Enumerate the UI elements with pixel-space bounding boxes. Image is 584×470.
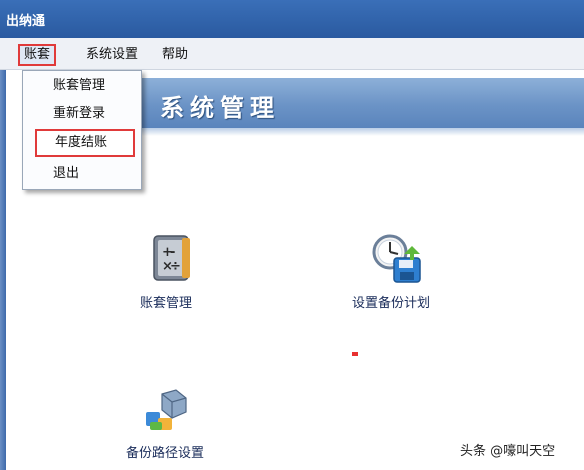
backup-path-button[interactable] xyxy=(142,388,192,432)
menu-account[interactable]: 账套 xyxy=(18,44,57,66)
red-marker xyxy=(352,352,358,356)
menu-item-year-end-closing[interactable]: 年度结账 xyxy=(35,129,135,157)
menu-help[interactable]: 帮助 xyxy=(158,44,192,66)
backup-schedule-icon xyxy=(372,234,421,283)
watermark: 头条 @嚎叫天空 xyxy=(460,444,556,459)
menu-item-relogin[interactable]: 重新登录 xyxy=(53,103,105,125)
svg-text:÷: ÷ xyxy=(170,259,181,274)
svg-text:-: - xyxy=(170,245,175,260)
backup-schedule-button[interactable] xyxy=(368,232,424,284)
menu-bar: 账套 系统设置 帮助 xyxy=(0,38,584,70)
backup-schedule-label[interactable]: 设置备份计划 xyxy=(352,292,430,311)
ledger-management-button[interactable]: + - × ÷ xyxy=(148,232,196,284)
ledger-management-label[interactable]: 账套管理 xyxy=(140,292,192,311)
page-title: 系统管理 xyxy=(160,93,280,122)
window-left-frame xyxy=(0,70,6,470)
menu-item-ledger-management[interactable]: 账套管理 xyxy=(53,75,105,97)
menu-item-exit[interactable]: 退出 xyxy=(53,163,79,185)
account-dropdown-menu: 账套管理 重新登录 年度结账 退出 xyxy=(22,70,142,190)
backup-path-label[interactable]: 备份路径设置 xyxy=(126,442,204,461)
title-bar: 出纳通 xyxy=(0,0,584,38)
ledger-book-icon: + - × ÷ xyxy=(153,235,190,281)
menu-system-settings[interactable]: 系统设置 xyxy=(82,44,142,66)
header-banner: 系统管理 xyxy=(130,78,584,128)
window-title: 出纳通 xyxy=(6,14,46,29)
header-shadow xyxy=(130,128,584,136)
backup-path-icon xyxy=(146,389,187,430)
